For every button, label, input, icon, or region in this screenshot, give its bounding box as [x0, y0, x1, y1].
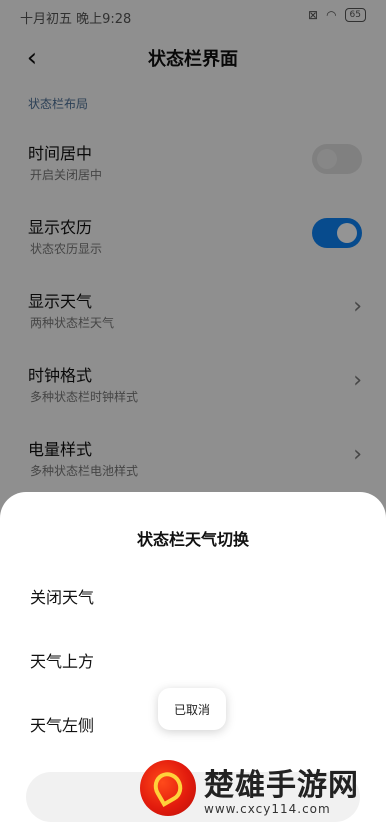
watermark-url: www.cxcy114.com [204, 802, 331, 816]
option-weather-top[interactable]: 天气上方 [30, 648, 94, 672]
watermark-logo-icon [140, 760, 196, 816]
logo-swoosh [148, 767, 188, 807]
option-weather-left[interactable]: 天气左侧 [30, 712, 94, 736]
watermark-name: 楚雄手游网 [204, 768, 359, 803]
option-weather-off[interactable]: 关闭天气 [30, 584, 94, 608]
sheet-title: 状态栏天气切换 [136, 530, 249, 549]
toast-message: 已取消 [158, 688, 226, 730]
watermark: 楚雄手游网 www.cxcy114.com [136, 752, 386, 824]
